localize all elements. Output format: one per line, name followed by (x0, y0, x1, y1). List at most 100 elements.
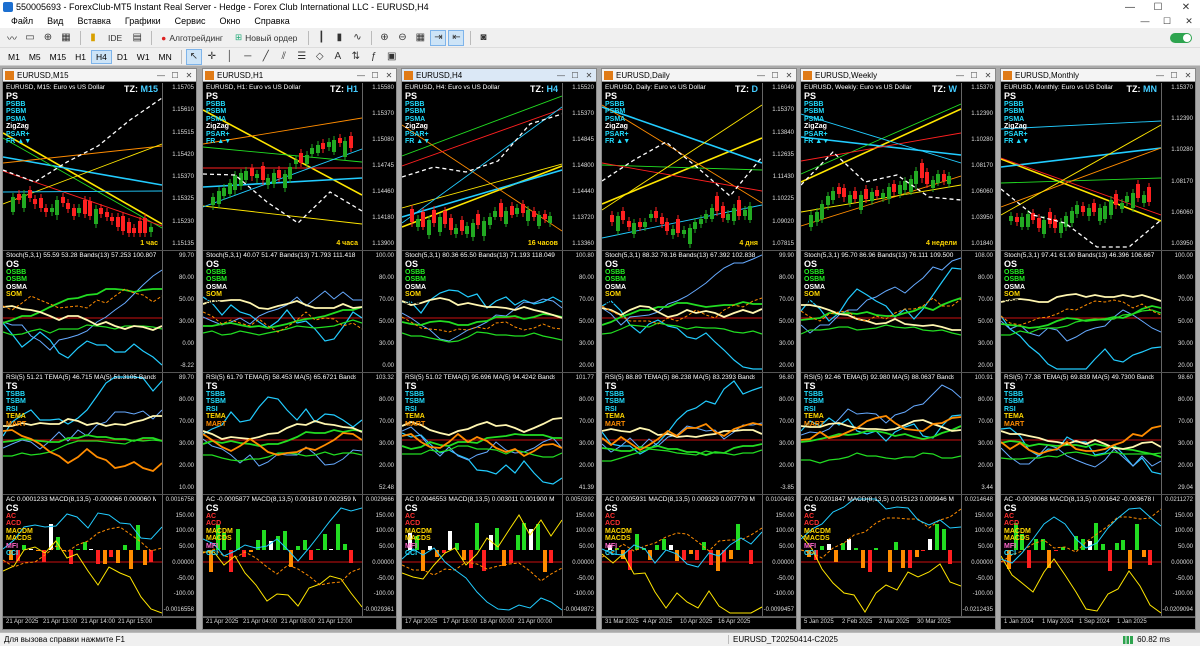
indicators-icon[interactable]: ƒ (366, 49, 382, 65)
chart-minimize-button[interactable]: — (953, 71, 967, 80)
chart-window[interactable]: EURUSD,Weekly — ☐ ✕ EURUSD, Weekly: Euro vs … (800, 68, 996, 630)
maximize-button[interactable]: ☐ (1144, 2, 1172, 13)
menu-insert[interactable]: Вставка (70, 16, 117, 26)
rsi-pane[interactable]: RSI(5) 61.79 TEMA(5) 58.453 MA(5) 65.672… (203, 373, 396, 495)
timeframe-mn[interactable]: MN (155, 50, 176, 64)
time-axis[interactable]: 21 Apr 2025 21 Apr 13:00 21 Apr 14:00 21 Ap… (3, 617, 196, 629)
market-icon[interactable]: ▤ (129, 30, 145, 46)
price-scale[interactable]: 103.32 80.00 70.00 30.00 20.00 52.48 (362, 373, 396, 494)
chart-window[interactable]: EURUSD,Monthly — ☐ ✕ EURUSD, Monthly: Euro v… (1000, 68, 1196, 630)
menu-help[interactable]: Справка (247, 16, 296, 26)
chart-close-button[interactable]: ✕ (981, 71, 995, 80)
tile-windows-icon[interactable]: ▦ (412, 30, 428, 46)
price-scale[interactable]: 0.0029666 150.00 100.00 50.00 0.00000 -50.00 -… (362, 495, 396, 616)
chart-window-header[interactable]: EURUSD,Daily — ☐ ✕ (602, 69, 796, 82)
chart-minimize-button[interactable]: — (354, 71, 368, 80)
chart-close-button[interactable]: ✕ (782, 71, 796, 80)
price-pane[interactable]: EURUSD, H1: Euro vs US Dollar PS PSBB PSBM P… (203, 83, 396, 251)
chart-window-header[interactable]: EURUSD,Weekly — ☐ ✕ (801, 69, 995, 82)
wallet-icon[interactable]: ▮ (85, 30, 101, 46)
candles-chart-icon[interactable]: ▮ (331, 30, 347, 46)
time-axis[interactable]: 17 Apr 2025 17 Apr 16:00 18 Apr 00:00 21 Ap… (402, 617, 596, 629)
price-scale[interactable]: 0.0100493 150.00 100.00 50.00 0.00000 -50.00 -… (762, 495, 796, 616)
chart-window-header[interactable]: EURUSD,Monthly — ☐ ✕ (1001, 69, 1195, 82)
trendline-icon[interactable]: ╱ (258, 49, 274, 65)
stochastic-pane[interactable]: Stoch(5,3,1) 80.36 65.50 Bands(13) 71.19… (402, 251, 596, 373)
autoscroll-icon[interactable]: ⇥ (430, 29, 447, 46)
channel-icon[interactable]: ⫽ (276, 49, 292, 65)
rsi-pane[interactable]: RSI(5) 92.46 TEMA(5) 92.980 MA(5) 88.063… (801, 373, 995, 495)
time-axis[interactable]: 5 Jan 2025 2 Feb 2025 2 Mar 2025 30 Mar 202… (801, 617, 995, 629)
ide-button[interactable]: IDE (103, 30, 127, 46)
timeframe-h4[interactable]: H4 (91, 49, 112, 64)
price-scale[interactable]: 0.0211272 150.00 100.00 50.00 0.00000 -50.00 -… (1161, 495, 1195, 616)
price-scale[interactable]: 1.15520 1.15370 1.14845 1.14800 1.14440 1.137… (562, 83, 596, 250)
plus-icon[interactable]: ⊕ (40, 30, 56, 46)
minimize-button[interactable]: — (1116, 2, 1144, 13)
strategy-icon[interactable]: ▦ (58, 30, 74, 46)
price-scale[interactable]: 0.0050392 150.00 100.00 50.00 0.00000 -50.00 -… (562, 495, 596, 616)
time-axis[interactable]: 21 Apr 2025 21 Apr 04:00 21 Apr 08:00 21 Ap… (203, 617, 396, 629)
chart-window-header[interactable]: EURUSD,H4 — ☐ ✕ (402, 69, 596, 82)
price-scale[interactable]: 100.91 80.00 70.00 30.00 20.00 3.44 (961, 373, 995, 494)
ac-macd-pane[interactable]: AC 0.0201847 MACD(8,13,5) 0.015123 0.009… (801, 495, 995, 617)
price-scale[interactable]: 100.00 80.00 70.00 50.00 30.00 0.00 (362, 251, 396, 372)
rsi-pane[interactable]: RSI(5) 51.02 TEMA(5) 95.696 MA(5) 94.424… (402, 373, 596, 495)
price-scale[interactable]: 1.15580 1.15370 1.15080 1.14745 1.14460 1.141… (362, 83, 396, 250)
zoom-in-icon[interactable]: ⊕ (376, 30, 392, 46)
horizontal-line-icon[interactable]: ─ (240, 49, 256, 65)
price-scale[interactable]: 100.00 80.00 70.00 50.00 30.00 20.00 (1161, 251, 1195, 372)
ac-macd-pane[interactable]: AC 0.0005931 MACD(8,13,5) 0.009329 0.007… (602, 495, 796, 617)
menu-view[interactable]: Вид (40, 16, 70, 26)
stochastic-pane[interactable]: Stoch(5,3,1) 95.70 86.96 Bands(13) 76.11… (801, 251, 995, 373)
price-pane[interactable]: EURUSD, Weekly: Euro vs US Dollar PS PSBB P… (801, 83, 995, 251)
price-scale[interactable]: 89.70 80.00 70.00 30.00 20.00 10.00 (162, 373, 196, 494)
shapes-icon[interactable]: ◇ (312, 49, 328, 65)
stochastic-pane[interactable]: Stoch(5,3,1) 40.07 51.47 Bands(13) 71.79… (203, 251, 396, 373)
chart-maximize-button[interactable]: ☐ (568, 71, 582, 80)
price-pane[interactable]: EURUSD, M15: Euro vs US Dollar PS PSBB PSBM… (3, 83, 196, 251)
price-scale[interactable]: 101.77 80.00 70.00 30.00 20.00 41.39 (562, 373, 596, 494)
chart-window[interactable]: EURUSD,Daily — ☐ ✕ EURUSD, Daily: Euro vs US… (601, 68, 797, 630)
text-icon[interactable]: A (330, 49, 346, 65)
price-scale[interactable]: 1.15370 1.12390 1.10280 1.08170 1.06060 1.039… (961, 83, 995, 250)
chart-maximize-button[interactable]: ☐ (1167, 71, 1181, 80)
new-order-button[interactable]: ⊞ Новый ордер (230, 30, 302, 46)
menu-window[interactable]: Окно (213, 16, 248, 26)
ac-macd-pane[interactable]: AC -0.0005877 MACD(8,13,5) 0.001819 0.00… (203, 495, 396, 617)
profiles-icon[interactable]: ▭ (22, 30, 38, 46)
stochastic-pane[interactable]: Stoch(5,3,1) 88.32 78.16 Bands(13) 67.39… (602, 251, 796, 373)
chart-minimize-button[interactable]: — (1153, 71, 1167, 80)
chart-window[interactable]: EURUSD,H1 — ☐ ✕ EURUSD, H1: Euro vs US Dolla… (202, 68, 397, 630)
chart-close-button[interactable]: ✕ (182, 71, 196, 80)
timeframe-m5[interactable]: M5 (25, 50, 45, 64)
timeframe-m15[interactable]: M15 (46, 50, 71, 64)
price-scale[interactable]: 1.16049 1.15370 1.13840 1.12635 1.11430 1.102… (762, 83, 796, 250)
chart-type-icon[interactable]: 〰 (4, 30, 20, 46)
timeframe-w1[interactable]: W1 (133, 50, 154, 64)
chart-window[interactable]: EURUSD,H4 — ☐ ✕ EURUSD, H4: Euro vs US Dolla… (401, 68, 597, 630)
timeframe-d1[interactable]: D1 (113, 50, 132, 64)
screenshot-icon[interactable]: ◙ (475, 30, 491, 46)
price-pane[interactable]: EURUSD, H4: Euro vs US Dollar PS PSBB PSBM P… (402, 83, 596, 251)
price-scale[interactable]: 0.0016758 150.00 100.00 50.00 0.00000 -50.00 -… (162, 495, 196, 616)
price-scale[interactable]: 99.90 80.00 70.00 50.00 30.00 20.00 (762, 251, 796, 372)
price-scale[interactable]: 96.80 80.00 70.00 30.00 20.00 -3.85 (762, 373, 796, 494)
chart-minimize-button[interactable]: — (154, 71, 168, 80)
price-scale[interactable]: 98.60 80.00 70.00 30.00 20.00 29.04 (1161, 373, 1195, 494)
chart-maximize-button[interactable]: ☐ (368, 71, 382, 80)
rsi-pane[interactable]: RSI(5) 88.89 TEMA(5) 86.238 MA(5) 83.239… (602, 373, 796, 495)
rsi-pane[interactable]: RSI(5) 77.38 TEMA(5) 69.839 MA(5) 49.730… (1001, 373, 1195, 495)
chart-window-header[interactable]: EURUSD,M15 — ☐ ✕ (3, 69, 196, 82)
chart-minimize-button[interactable]: — (754, 71, 768, 80)
timeframe-h1[interactable]: H1 (71, 50, 90, 64)
chart-maximize-button[interactable]: ☐ (168, 71, 182, 80)
chart-shift-icon[interactable]: ⇤ (448, 29, 465, 46)
stochastic-pane[interactable]: Stoch(5,3,1) 55.59 53.28 Bands(13) 57.25… (3, 251, 196, 373)
line-chart-icon[interactable]: ∿ (349, 30, 365, 46)
algotrading-button[interactable]: ● Алготрейдинг (156, 30, 228, 46)
templates-icon[interactable]: ▣ (384, 49, 400, 65)
vertical-line-icon[interactable]: │ (222, 49, 238, 65)
chart-close-button[interactable]: ✕ (1181, 71, 1195, 80)
mdi-restore-button[interactable]: ☐ (1156, 16, 1178, 27)
